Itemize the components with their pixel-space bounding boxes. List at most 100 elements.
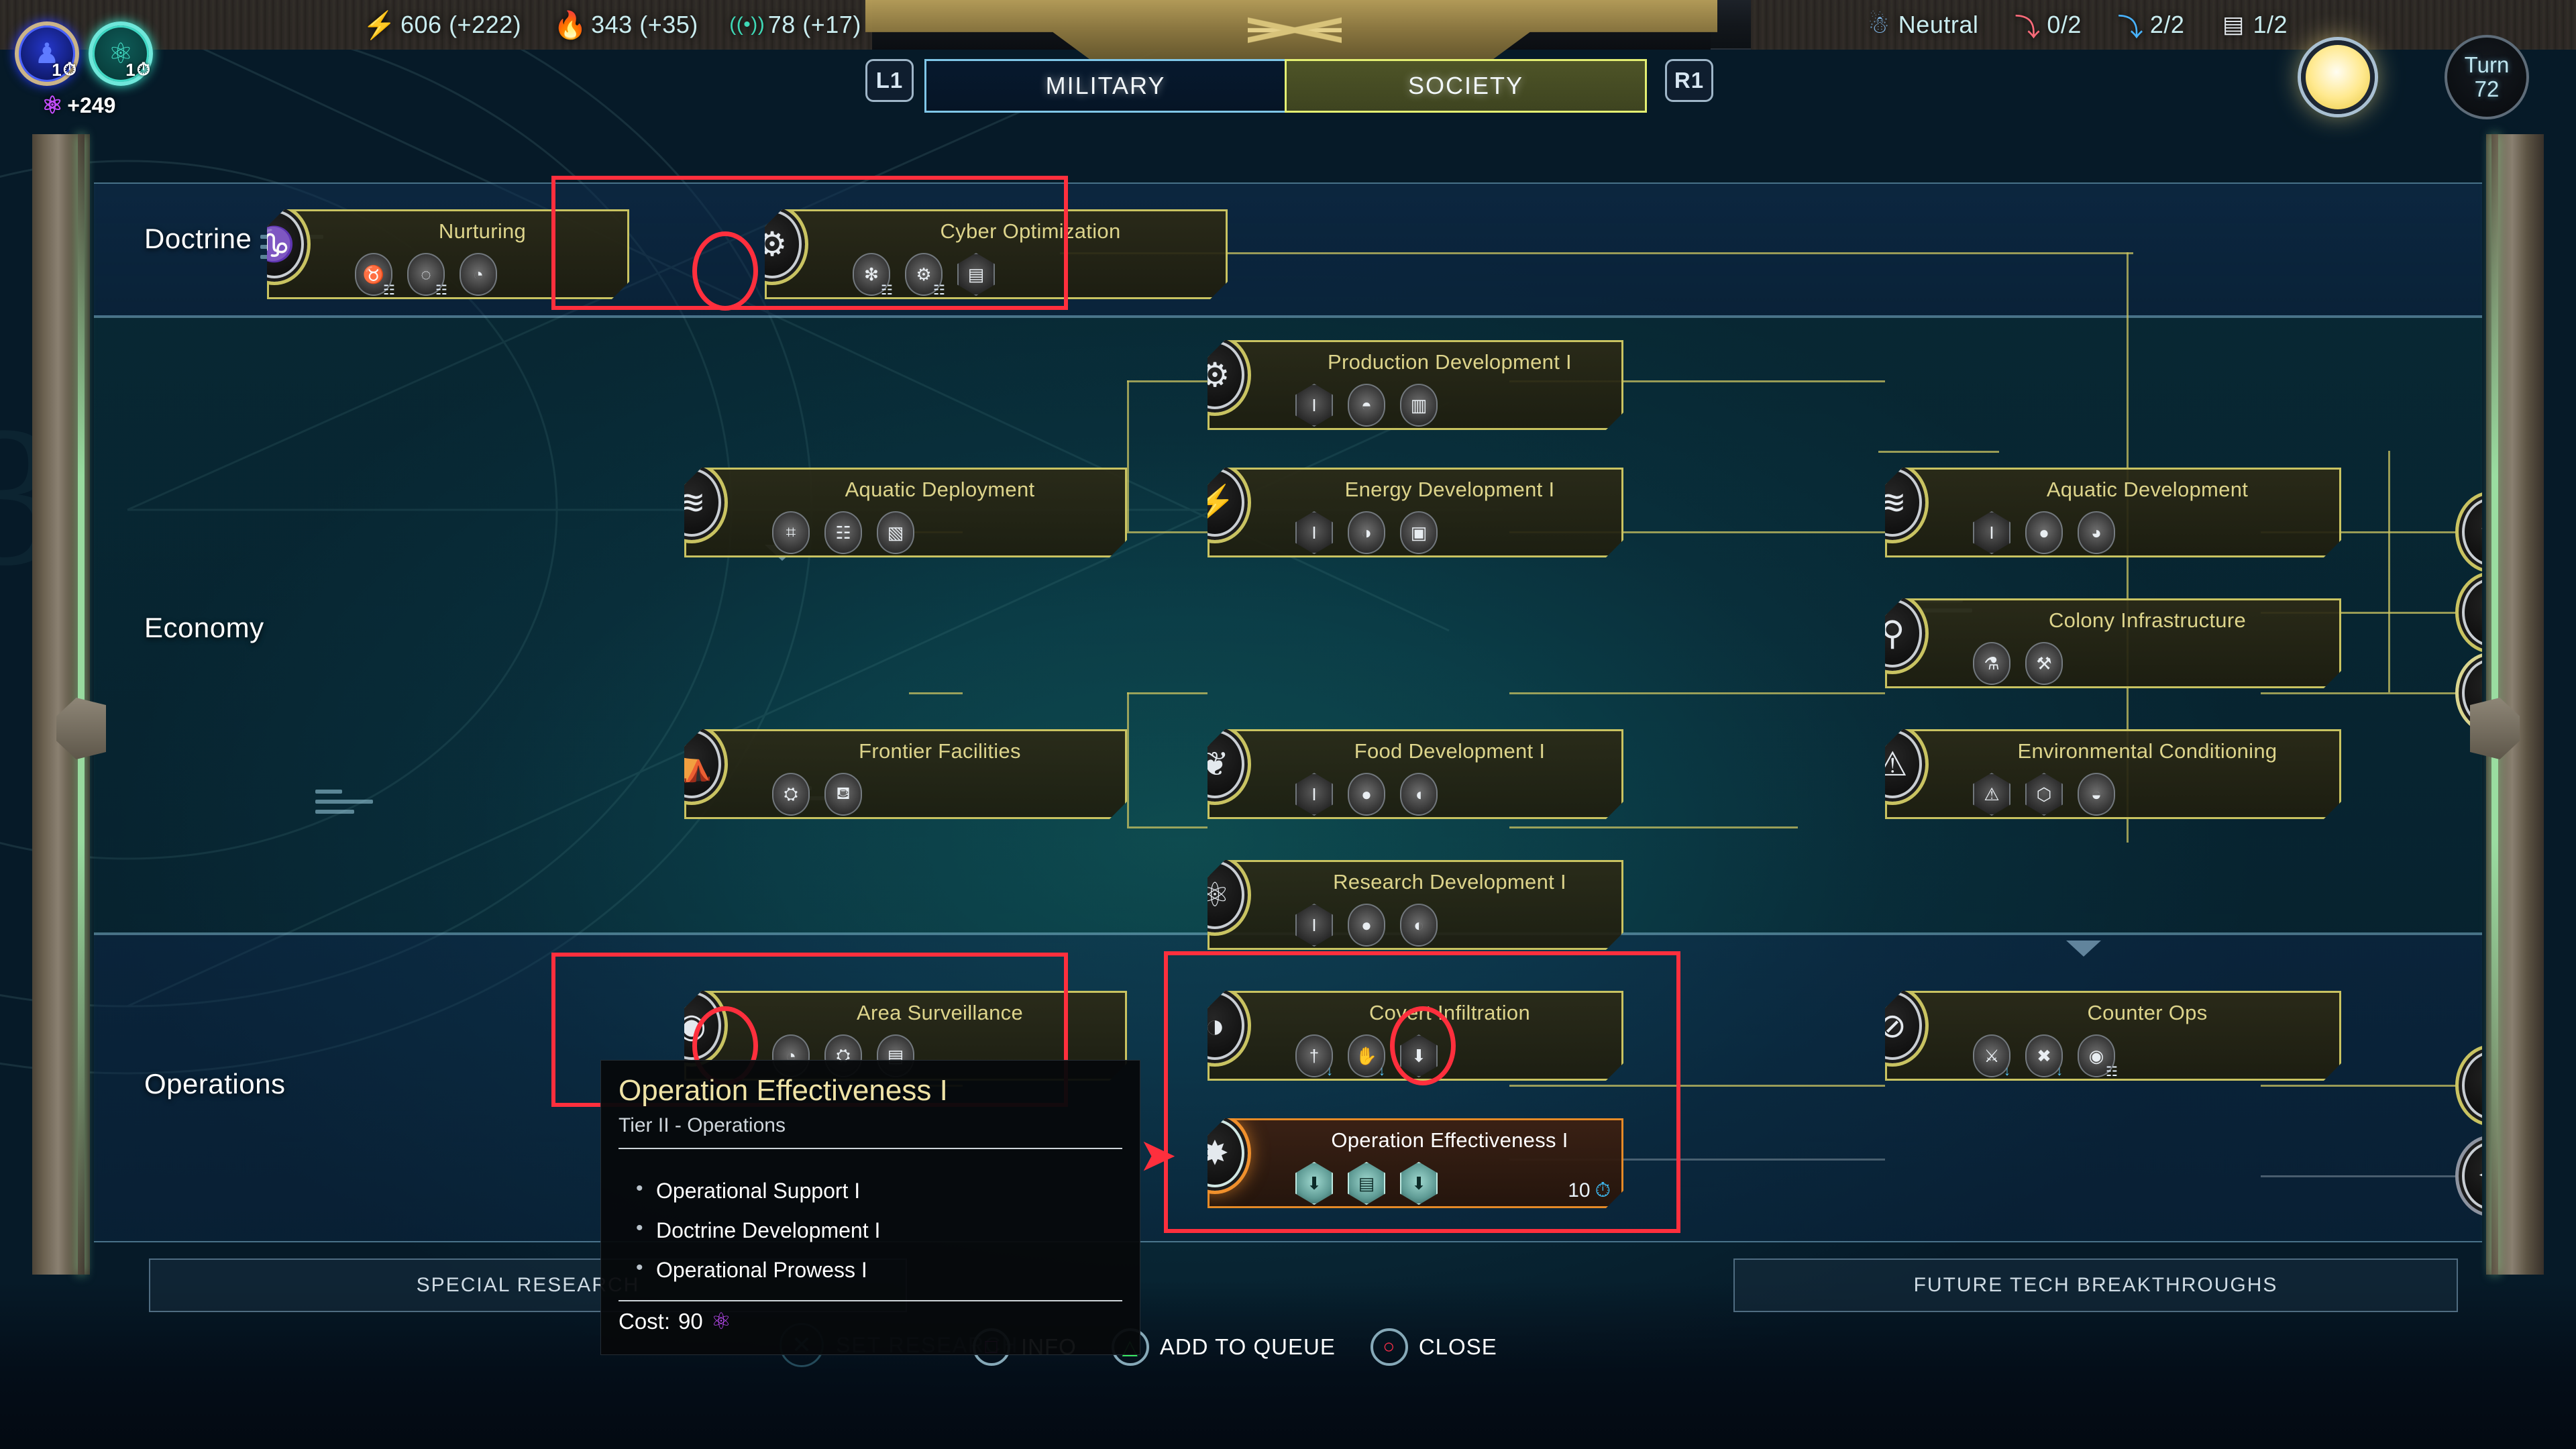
chip-hand-icon[interactable]: ✋ ↓ <box>1348 1034 1385 1077</box>
tooltip-title: Operation Effectiveness I <box>619 1074 948 1107</box>
wire-research-left <box>1127 826 1208 828</box>
chip-shield-down-icon[interactable]: ⬇ <box>1400 1162 1438 1205</box>
chip-terrain-hex-icon[interactable]: ⬡ <box>2025 773 2063 816</box>
chip-pontoon-icon[interactable]: ▧ <box>877 511 914 554</box>
resource-group-right: ☃ Neutral ⤵ 0/2 ⤵ 2/2 ▤ 1/2 <box>1865 0 2288 50</box>
node-title: Research Development I <box>1333 870 1566 894</box>
turn-value: 10 <box>1568 1179 1591 1201</box>
tab-military[interactable]: MILITARY <box>924 59 1287 113</box>
wire-food-right <box>1509 692 1885 694</box>
chip-watchtower-icon[interactable]: ⛭ <box>772 773 810 816</box>
tooltip-unlock-list: Operational Support I Doctrine Developme… <box>636 1177 1122 1283</box>
chip-burst-down-icon[interactable]: ⬇ <box>1295 1162 1333 1205</box>
chip-quarry-icon[interactable]: ◓ <box>1348 384 1385 427</box>
chip-cell-hex-icon[interactable]: ◌ ☷ <box>407 253 445 296</box>
tech-node-research-development-i[interactable]: ⚛ Research Development I I ● ◐ <box>1208 860 1623 950</box>
player-2-portrait[interactable]: ⚛ 1 ⏱ <box>89 21 153 86</box>
chip-datapad-icon[interactable]: ▤ <box>1348 1162 1385 1205</box>
status-hostile-ops-value: 0/2 <box>2047 11 2082 38</box>
wire-prod-left <box>1127 380 1208 382</box>
tech-node-colony-infrastructure[interactable]: ⚲ Colony Infrastructure ⚗ ⚒ <box>1885 598 2341 688</box>
chip-hazard-hex-icon[interactable]: ⚠ <box>1973 773 2010 816</box>
turn-counter[interactable]: Turn 72 <box>2445 35 2529 119</box>
tech-node-nurturing[interactable]: ♑ Nurturing ♉ ☷ ◌ ☷ ◔ <box>267 209 629 299</box>
chip-raft-icon[interactable]: ☷ <box>824 511 862 554</box>
chip-tier-one-diamond-icon[interactable]: I <box>1295 904 1333 947</box>
status-diplomacy: ☃ Neutral <box>1865 11 1979 39</box>
node-chip-list: ⚔ ↓ ✖ ↓ ◉ ☷ <box>1973 1034 2115 1077</box>
stopwatch-icon: ⏱ <box>62 59 76 79</box>
chip-circuit-burst-icon[interactable]: ❇ ☷ <box>853 253 890 296</box>
bumper-left[interactable]: L1 <box>865 59 914 102</box>
tech-node-energy-development-i[interactable]: ⚡ Energy Development I I ◑ ▣ <box>1208 468 1623 557</box>
chip-tier-one-diamond-icon[interactable]: I <box>1973 511 2010 554</box>
tech-tooltip: Operation Effectiveness I Tier II - Oper… <box>600 1060 1140 1355</box>
chip-sea-colony-icon[interactable]: ◕ <box>2078 511 2115 554</box>
add-to-queue-action[interactable]: △ ADD TO QUEUE <box>1111 1328 1336 1366</box>
stopwatch-icon: ⏱ <box>1595 1179 1611 1201</box>
chip-tier-one-diamond-icon[interactable]: I <box>1295 773 1333 816</box>
bumper-right[interactable]: R1 <box>1665 59 1713 102</box>
list-item: Operational Prowess I <box>636 1256 1122 1283</box>
tab-society[interactable]: SOCIETY <box>1285 59 1647 113</box>
node-chip-list: ⬇ ▤ ⬇ <box>1295 1162 1438 1205</box>
chip-water-tower-icon[interactable]: ⚗ <box>1973 642 2010 685</box>
tech-node-covert-infiltration[interactable]: ◑ Covert Infiltration † ↓ ✋ ↓ ⬇ <box>1208 991 1623 1081</box>
chip-net-icon[interactable]: ⌗ <box>772 511 810 554</box>
chip-tier-one-diamond-icon[interactable]: I <box>1295 384 1333 427</box>
chip-farmland-icon[interactable]: ● <box>1348 773 1385 816</box>
chip-hatching-egg-icon[interactable]: ◔ <box>460 253 497 296</box>
tech-node-cyber-optimization[interactable]: ⚙ Cyber Optimization ❇ ☷ ⚙ ☷ ▤ <box>765 209 1228 299</box>
chip-shield-arrow-icon[interactable]: ⬇ <box>1400 1034 1438 1077</box>
close-action[interactable]: ○ CLOSE <box>1370 1328 1497 1366</box>
node-chip-list: ⛭ ⛾ <box>772 773 862 816</box>
node-title: Covert Infiltration <box>1368 1001 1531 1024</box>
chip-trap-icon[interactable]: ⚔ ↓ <box>1973 1034 2010 1077</box>
chip-counter-icon[interactable]: ✖ ↓ <box>2025 1034 2063 1077</box>
research-gain: ⚛ +249 <box>42 91 115 119</box>
chip-climate-icon[interactable]: ◒ <box>2078 773 2115 816</box>
chip-drill-icon[interactable]: ◑ <box>1348 511 1385 554</box>
chip-construction-icon[interactable]: ⚒ <box>2025 642 2063 685</box>
resource-production: 🔥 343 (+35) <box>553 11 698 40</box>
resource-energy-value: 606 (+222) <box>400 11 522 38</box>
tech-node-operation-effectiveness-i[interactable]: ✸ Operation Effectiveness I ⬇ ▤ ⬇ 10 ⏱ <box>1208 1118 1623 1208</box>
node-chip-list: I ◑ ▣ <box>1295 511 1438 554</box>
chip-factory-icon[interactable]: ▥ <box>1400 384 1438 427</box>
tech-node-counter-ops[interactable]: ⊘ Counter Ops ⚔ ↓ ✖ ↓ ◉ ☷ <box>1885 991 2341 1081</box>
tech-node-production-development-i[interactable]: ⚙ Production Development I I ◓ ▥ <box>1208 340 1623 430</box>
node-title: Aquatic Development <box>2046 478 2249 501</box>
left-frame <box>32 134 106 1275</box>
wire-edge-burst <box>2261 1175 2462 1177</box>
chip-datapad-hex-icon[interactable]: ▤ <box>957 253 995 296</box>
list-item: Operational Support I <box>636 1177 1122 1203</box>
future-tech-breakthroughs-button[interactable]: FUTURE TECH BREAKTHROUGHS <box>1733 1258 2458 1312</box>
tech-node-aquatic-deployment[interactable]: ≋ Aquatic Deployment ⌗ ☷ ▧ <box>684 468 1127 557</box>
node-title: Nurturing <box>438 219 527 243</box>
resource-influence-value: 78 (+17) <box>767 11 861 38</box>
chip-tier-one-diamond-icon[interactable]: I <box>1295 511 1333 554</box>
chip-dagger-icon[interactable]: † ↓ <box>1295 1034 1333 1077</box>
face-mask-icon: ☃ <box>1868 11 1890 38</box>
chip-reactor-icon[interactable]: ▣ <box>1400 511 1438 554</box>
tech-node-food-development-i[interactable]: ❦ Food Development I I ● ◖ <box>1208 729 1623 819</box>
tech-node-aquatic-development[interactable]: ≋ Aquatic Development I ● ◕ <box>1885 468 2341 557</box>
tooltip-cost-label: Cost: <box>619 1309 671 1334</box>
tech-node-environmental-conditioning[interactable]: ⚠ Environmental Conditioning ⚠ ⬡ ◒ <box>1885 729 2341 819</box>
node-chip-list: ⚗ ⚒ <box>1973 642 2063 685</box>
status-friendly-ops-value: 2/2 <box>2149 11 2185 38</box>
chip-ocean-floor-icon[interactable]: ● <box>2025 511 2063 554</box>
chip-silo-icon[interactable]: ⛾ <box>824 773 862 816</box>
chip-watch-eye-icon[interactable]: ◉ ☷ <box>2078 1034 2115 1077</box>
badge-friendly-op-icon: ↓ <box>1326 1063 1333 1079</box>
chip-lab-icon[interactable]: ◐ <box>1400 904 1438 947</box>
chip-cyber-gear-icon[interactable]: ⚙ ☷ <box>905 253 943 296</box>
tech-node-frontier-facilities[interactable]: ⛺ Frontier Facilities ⛭ ⛾ <box>684 729 1127 819</box>
chip-winged-creature-icon[interactable]: ♉ ☷ <box>355 253 392 296</box>
node-chip-list: I ● ◖ <box>1295 773 1438 816</box>
player-1-portrait[interactable]: ♟ 1 ⏱ <box>15 21 79 86</box>
chip-observatory-icon[interactable]: ● <box>1348 904 1385 947</box>
scroll-icon: ▤ <box>2222 12 2245 38</box>
tooltip-divider-bottom <box>619 1300 1122 1301</box>
chip-harvest-icon[interactable]: ◖ <box>1400 773 1438 816</box>
